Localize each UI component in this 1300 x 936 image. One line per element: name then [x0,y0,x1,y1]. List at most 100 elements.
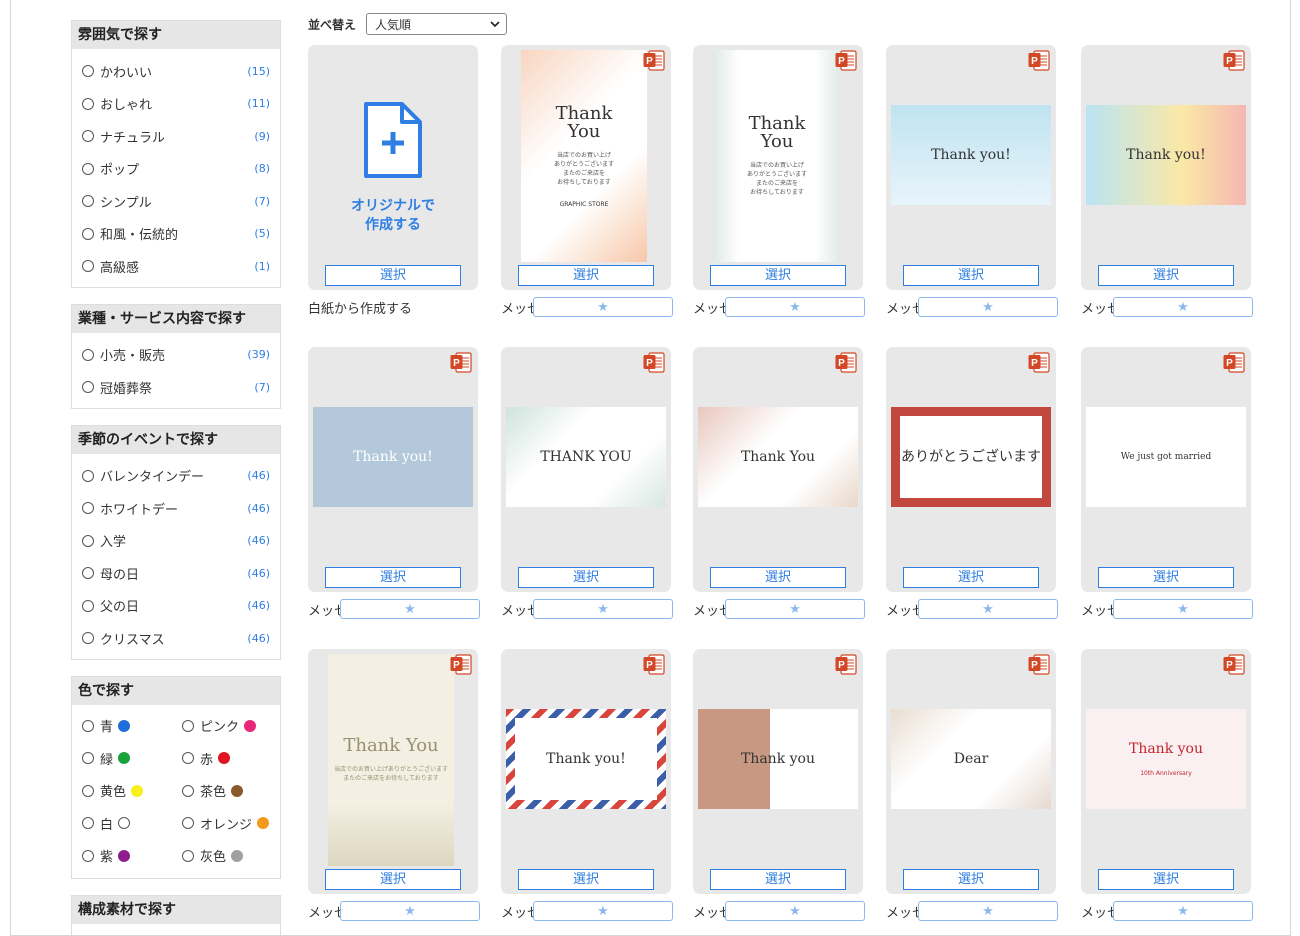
template-thumbnail[interactable]: Thank You 当店でのお買い上げありがとうございます またのご来店をお待ちし… [308,649,478,894]
color-option[interactable]: 茶色 [182,775,282,808]
favorite-star-icon[interactable]: ★ [918,901,1058,921]
color-option[interactable]: 緑 [82,742,182,775]
new-document-tile[interactable]: オリジナルで 作成する [308,45,478,290]
radio-button[interactable] [82,534,94,547]
color-option[interactable]: 白 [82,807,182,840]
filter-option[interactable]: 母の日 (46) [82,557,270,590]
color-option[interactable]: 黄色 [82,775,182,808]
radio-button[interactable] [82,97,94,110]
select-button[interactable]: 選択 [710,265,846,286]
filter-option[interactable]: 入学 (46) [82,525,270,558]
template-card[interactable]: ありがとうございます P 選択メッセージカード_小…★ [886,347,1058,620]
select-button[interactable]: 選択 [518,869,654,890]
template-thumbnail[interactable]: THANK YOU P 選択 [501,347,671,592]
select-button[interactable]: 選択 [325,567,461,588]
radio-button[interactable] [82,567,94,580]
radio-button[interactable] [182,849,194,862]
template-thumbnail[interactable]: Thank you! P 選択 [501,649,671,894]
radio-button[interactable] [182,752,194,765]
select-button[interactable]: 選択 [1098,567,1234,588]
favorite-star-icon[interactable]: ★ [725,297,865,317]
template-card[interactable]: Thank You 当店でのお買い上げありがとうございます またのご来店をお待ちし… [308,649,480,922]
template-thumbnail[interactable]: Dear P 選択 [886,649,1056,894]
select-button[interactable]: 選択 [903,265,1039,286]
favorite-star-icon[interactable]: ★ [533,901,673,921]
filter-option[interactable]: ポップ (8) [82,153,270,186]
template-card[interactable]: THANK YOU P 選択メッセージカード_小…★ [501,347,673,620]
template-card[interactable]: Thank You P 選択メッセージカード_小…★ [693,347,865,620]
radio-button[interactable] [182,719,194,732]
select-button[interactable]: 選択 [903,567,1039,588]
filter-option[interactable]: ホワイトデー (46) [82,492,270,525]
template-card[interactable]: Thank you! P 選択メッセージカード_小…★ [886,45,1058,318]
filter-option[interactable]: シンプル (7) [82,185,270,218]
filter-option[interactable]: バレンタインデー (46) [82,460,270,493]
favorite-star-icon[interactable]: ★ [1113,901,1253,921]
favorite-star-icon[interactable]: ★ [725,599,865,619]
template-thumbnail[interactable]: Thank You 当店でのお買い上げ ありがとうございます またのご来店を お待… [693,45,863,290]
color-option[interactable]: 灰色 [182,840,282,873]
color-option[interactable]: ピンク [182,710,282,743]
template-card[interactable]: Thank you P 選択メッセージカード_小…★ [693,649,865,922]
template-card[interactable]: Thank You 当店でのお買い上げ ありがとうございます またのご来店を お待… [501,45,673,318]
filter-option[interactable]: かわいい (15) [82,55,270,88]
select-button[interactable]: 選択 [518,567,654,588]
favorite-star-icon[interactable]: ★ [340,901,480,921]
radio-button[interactable] [82,599,94,612]
radio-button[interactable] [82,502,94,515]
favorite-star-icon[interactable]: ★ [918,297,1058,317]
radio-button[interactable] [182,817,194,830]
sort-select[interactable]: 人気順 [366,13,508,35]
radio-button[interactable] [82,817,94,830]
color-option[interactable]: 赤 [182,742,282,775]
radio-button[interactable] [182,784,194,797]
filter-option[interactable]: 小売・販売 (39) [82,339,270,372]
filter-option[interactable]: 高級感 (1) [82,250,270,283]
filter-option[interactable]: おしゃれ (11) [82,88,270,121]
template-card[interactable]: Thank you! P 選択メッセージカード_小…★ [1081,45,1253,318]
radio-button[interactable] [82,719,94,732]
radio-button[interactable] [82,162,94,175]
radio-button[interactable] [82,65,94,78]
template-thumbnail[interactable]: ありがとうございます P 選択 [886,347,1056,592]
select-button[interactable]: 選択 [710,567,846,588]
template-card[interactable]: Thank you 10th Anniversary P 選択メッセージカード_小…★ [1081,649,1253,922]
template-card[interactable]: Thank you! P 選択メッセージカード_小…★ [501,649,673,922]
radio-button[interactable] [82,469,94,482]
template-thumbnail[interactable]: Thank you! P 選択 [886,45,1056,290]
template-thumbnail[interactable]: Thank you P 選択 [693,649,863,894]
select-button[interactable]: 選択 [1098,869,1234,890]
select-button[interactable]: 選択 [903,869,1039,890]
radio-button[interactable] [82,381,94,394]
template-card[interactable]: Thank You 当店でのお買い上げ ありがとうございます またのご来店を お待… [693,45,865,318]
radio-button[interactable] [82,348,94,361]
color-option[interactable]: 紫 [82,840,182,873]
color-option[interactable]: オレンジ [182,807,282,840]
filter-option[interactable]: クリスマス (46) [82,622,270,655]
select-button[interactable]: 選択 [710,869,846,890]
radio-button[interactable] [82,260,94,273]
template-card[interactable]: Dear P 選択メッセージカード_小…★ [886,649,1058,922]
select-button[interactable]: 選択 [325,265,461,286]
template-thumbnail[interactable]: Thank You P 選択 [693,347,863,592]
favorite-star-icon[interactable]: ★ [1113,599,1253,619]
favorite-star-icon[interactable]: ★ [725,901,865,921]
filter-option[interactable]: 父の日 (46) [82,590,270,623]
filter-option[interactable]: 冠婚葬祭 (7) [82,371,270,404]
template-thumbnail[interactable]: Thank You 当店でのお買い上げ ありがとうございます またのご来店を お待… [501,45,671,290]
radio-button[interactable] [82,227,94,240]
color-option[interactable]: 青 [82,710,182,743]
select-button[interactable]: 選択 [1098,265,1234,286]
favorite-star-icon[interactable]: ★ [918,599,1058,619]
radio-button[interactable] [82,195,94,208]
radio-button[interactable] [82,632,94,645]
template-thumbnail[interactable]: オリジナルで 作成する 選択 [308,45,478,290]
favorite-star-icon[interactable]: ★ [533,599,673,619]
select-button[interactable]: 選択 [325,869,461,890]
filter-option[interactable]: 和風・伝統的 (5) [82,218,270,251]
select-button[interactable]: 選択 [518,265,654,286]
template-thumbnail[interactable]: Thank you 10th Anniversary P 選択 [1081,649,1251,894]
favorite-star-icon[interactable]: ★ [533,297,673,317]
favorite-star-icon[interactable]: ★ [340,599,480,619]
radio-button[interactable] [82,130,94,143]
